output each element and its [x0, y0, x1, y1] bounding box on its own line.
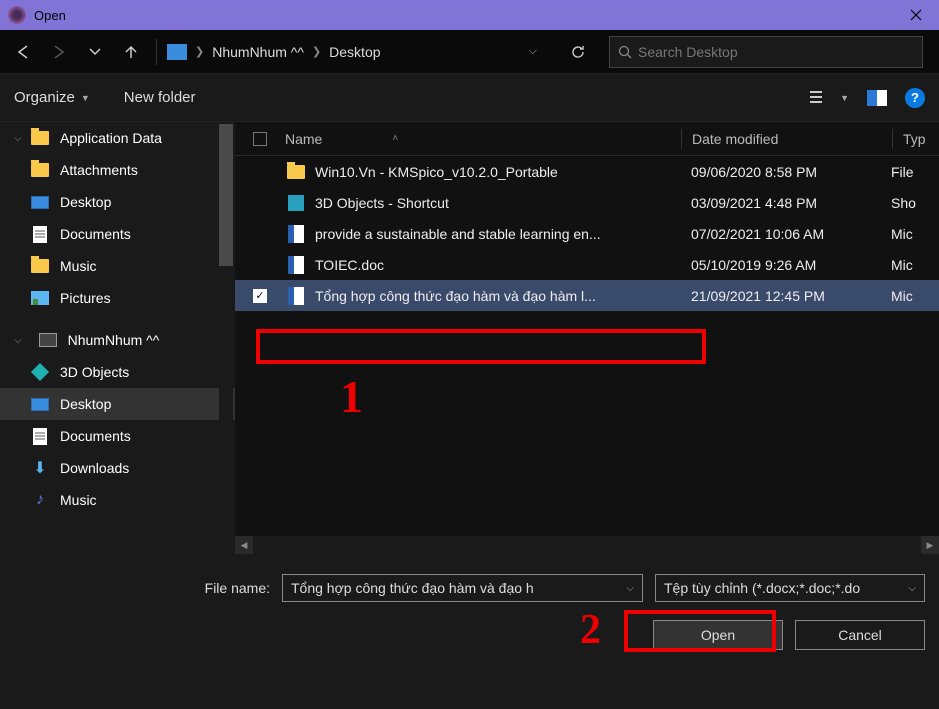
recent-dropdown-icon[interactable] — [80, 37, 110, 67]
column-name[interactable]: Name˄ — [285, 131, 681, 147]
filename-label: File name: — [205, 580, 270, 596]
sidebar-item-appdata[interactable]: ⌵Application Data — [0, 122, 235, 154]
folder-icon — [285, 165, 307, 179]
horizontal-scrollbar[interactable]: ◀ ▶ — [235, 536, 939, 554]
word-icon — [285, 287, 307, 305]
column-date[interactable]: Date modified — [692, 131, 892, 147]
sidebar-item-music[interactable]: Music — [0, 250, 235, 282]
chevron-right-icon[interactable]: ❯ — [191, 45, 208, 58]
column-type[interactable]: Typ — [903, 131, 939, 147]
file-list: Name˄ Date modified Typ Win10.Vn - KMSpi… — [235, 122, 939, 554]
sidebar-item-pc[interactable]: ⌵NhumNhum ^^ — [0, 324, 235, 356]
word-icon — [285, 225, 307, 243]
toolbar: Organize▼ New folder ▼ ? — [0, 74, 939, 122]
music-icon: ♪ — [30, 491, 50, 509]
filetype-filter[interactable]: Tệp tùy chỉnh (*.docx;*.doc;*.do⌵ — [655, 574, 925, 602]
sidebar: ⌵Application Data Attachments Desktop Do… — [0, 122, 235, 554]
row-checkbox[interactable] — [253, 165, 267, 179]
scroll-right-icon[interactable]: ▶ — [921, 536, 939, 554]
search-placeholder: Search Desktop — [638, 44, 738, 60]
sidebar-item-documents[interactable]: Documents — [0, 218, 235, 250]
sidebar-item-music-sub[interactable]: ♪Music — [0, 484, 235, 516]
search-icon — [618, 45, 632, 59]
nav-bar: ❯ NhumNhum ^^ ❯ Desktop ⌵ Search Desktop — [0, 30, 939, 74]
sidebar-item-3dobjects[interactable]: 3D Objects — [0, 356, 235, 388]
scroll-left-icon[interactable]: ◀ — [235, 536, 253, 554]
sidebar-scrollbar[interactable] — [219, 124, 233, 544]
row-checkbox[interactable] — [253, 196, 267, 210]
sidebar-item-downloads[interactable]: ⬇Downloads — [0, 452, 235, 484]
forward-button[interactable] — [44, 37, 74, 67]
download-icon: ⬇ — [30, 459, 50, 477]
cancel-button[interactable]: Cancel — [795, 620, 925, 650]
up-button[interactable] — [116, 37, 146, 67]
row-checkbox[interactable]: ✓ — [253, 289, 267, 303]
organize-button[interactable]: Organize▼ — [14, 89, 90, 106]
row-checkbox[interactable] — [253, 258, 267, 272]
filename-input[interactable]: Tổng hợp công thức đạo hàm và đạo h⌵ — [282, 574, 643, 602]
row-checkbox[interactable] — [253, 227, 267, 241]
app-icon — [8, 6, 26, 24]
sidebar-item-pictures[interactable]: Pictures — [0, 282, 235, 314]
dialog-bottom: File name: Tổng hợp công thức đạo hàm và… — [0, 554, 939, 674]
window-title: Open — [34, 8, 893, 23]
file-row[interactable]: Win10.Vn - KMSpico_v10.2.0_Portable09/06… — [235, 156, 939, 187]
chevron-down-icon[interactable]: ⌵ — [529, 45, 547, 58]
annotation-number-1: 1 — [340, 370, 363, 423]
separator — [156, 39, 157, 65]
file-row-selected[interactable]: ✓ Tổng hợp công thức đạo hàm và đạo hàm … — [235, 280, 939, 311]
title-bar: Open — [0, 0, 939, 30]
view-options-button[interactable]: ▼ — [810, 90, 849, 106]
sidebar-item-documents-sub[interactable]: Documents — [0, 420, 235, 452]
new-folder-button[interactable]: New folder — [124, 89, 196, 106]
back-button[interactable] — [8, 37, 38, 67]
shortcut-icon — [285, 195, 307, 211]
sidebar-item-desktop[interactable]: Desktop — [0, 186, 235, 218]
word-icon — [285, 256, 307, 274]
refresh-button[interactable] — [561, 36, 595, 68]
chevron-down-icon[interactable]: ⌵ — [908, 583, 916, 594]
file-row[interactable]: TOIEC.doc05/10/2019 9:26 AMMic — [235, 249, 939, 280]
help-button[interactable]: ? — [905, 88, 925, 108]
sidebar-item-desktop-sub[interactable]: Desktop — [0, 388, 235, 420]
select-all-checkbox[interactable] — [253, 132, 267, 146]
preview-pane-button[interactable] — [867, 90, 887, 106]
breadcrumb-item[interactable]: Desktop — [325, 44, 384, 60]
sidebar-item-attachments[interactable]: Attachments — [0, 154, 235, 186]
chevron-down-icon[interactable]: ⌵ — [626, 583, 634, 594]
file-row[interactable]: 3D Objects - Shortcut03/09/2021 4:48 PMS… — [235, 187, 939, 218]
open-button[interactable]: Open — [653, 620, 783, 650]
chevron-right-icon[interactable]: ❯ — [308, 45, 325, 58]
sort-indicator-icon: ˄ — [392, 133, 398, 144]
breadcrumb[interactable]: ❯ NhumNhum ^^ ❯ Desktop ⌵ — [167, 36, 547, 68]
pc-icon — [167, 44, 187, 60]
annotation-number-2: 2 — [580, 606, 601, 654]
search-input[interactable]: Search Desktop — [609, 36, 923, 68]
file-list-header: Name˄ Date modified Typ — [235, 122, 939, 156]
breadcrumb-item[interactable]: NhumNhum ^^ — [208, 44, 308, 60]
main-area: ⌵Application Data Attachments Desktop Do… — [0, 122, 939, 554]
file-row[interactable]: provide a sustainable and stable learnin… — [235, 218, 939, 249]
close-icon[interactable] — [893, 0, 939, 30]
